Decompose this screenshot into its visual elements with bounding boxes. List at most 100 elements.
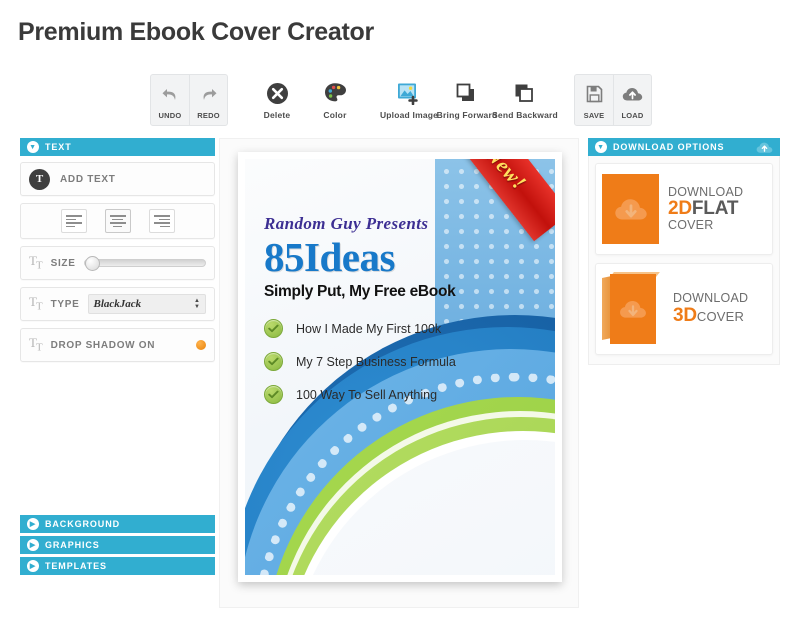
download-panel-body: DOWNLOAD 2DFLAT COVER DOWNLOAD 3DCOVER — [588, 156, 780, 365]
bring-forward-button[interactable]: Bring Forward — [436, 74, 498, 125]
font-type-icon: TT — [29, 294, 43, 313]
main-toolbar: UNDO REDO Delete Color Upload Image Brin… — [150, 74, 652, 126]
check-circle-icon — [264, 352, 283, 372]
sidebar-item-templates[interactable]: ▶ TEMPLATES — [20, 557, 215, 575]
upload-image-button[interactable]: Upload Image — [380, 74, 438, 125]
chevron-down-circle-icon: ▼ — [595, 141, 607, 153]
flat-cover-cloud-download-icon — [602, 174, 659, 244]
align-center-icon[interactable] — [104, 209, 131, 233]
download-3d-accent: 3D — [673, 304, 697, 326]
load-label: LOAD — [621, 111, 644, 120]
page-title: Premium Ebook Cover Creator — [18, 18, 374, 46]
cloud-upload-icon — [756, 141, 773, 154]
add-text-button[interactable]: T ADD TEXT — [20, 162, 215, 196]
redo-arrow-icon — [199, 81, 218, 107]
text-align-group — [20, 203, 215, 239]
download-3d-text: DOWNLOAD 3DCOVER — [673, 291, 749, 326]
font-size-control[interactable]: TT SIZE — [20, 246, 215, 280]
check-circle-icon — [264, 319, 283, 339]
download-2d-accent: 2D — [668, 197, 692, 219]
ebook-cover-preview[interactable]: New! Random Guy Presents 85Ideas Simply … — [238, 152, 562, 582]
cover-text-block: Random Guy Presents 85Ideas Simply Put, … — [264, 214, 514, 418]
cloud-upload-icon — [622, 81, 643, 107]
download-panel-header[interactable]: ▼ DOWNLOAD OPTIONS — [588, 138, 780, 156]
chevron-right-circle-icon: ▶ — [27, 539, 39, 551]
download-3d-cover-button[interactable]: DOWNLOAD 3DCOVER — [595, 263, 773, 355]
chevron-right-circle-icon: ▶ — [27, 560, 39, 572]
bring-forward-label: Bring Forward — [436, 110, 498, 120]
font-type-value: BlackJack — [93, 298, 142, 310]
send-backward-button[interactable]: Send Backward — [492, 74, 558, 125]
download-3d-line2: 3DCOVER — [673, 304, 748, 326]
list-item[interactable]: How I Made My First 100k — [264, 319, 514, 339]
upload-image-icon — [397, 80, 421, 106]
save-load-group: SAVE LOAD — [574, 74, 652, 126]
type-label: TYPE — [50, 298, 80, 310]
drop-shadow-label: DROP SHADOW ON — [50, 339, 156, 351]
floppy-disk-icon — [586, 81, 603, 107]
canvas-stage[interactable]: New! Random Guy Presents 85Ideas Simply … — [219, 138, 579, 608]
bullet-text: My 7 Step Business Formula — [296, 354, 456, 369]
cover-title-text[interactable]: 85Ideas — [264, 235, 514, 279]
check-circle-icon — [264, 385, 283, 405]
font-type-control[interactable]: TT TYPE BlackJack ▲ ▼ — [20, 287, 215, 321]
download-2d-line2: 2DFLAT — [668, 197, 743, 219]
undo-arrow-icon — [161, 81, 180, 107]
download-2d-line3: COVER — [668, 218, 714, 233]
templates-label: TEMPLATES — [45, 561, 107, 571]
cover-presents-text[interactable]: Random Guy Presents — [264, 214, 514, 234]
bring-forward-icon — [455, 80, 479, 106]
delete-circle-x-icon — [266, 80, 289, 106]
align-left-icon[interactable] — [60, 209, 87, 233]
sidebar-item-background[interactable]: ▶ BACKGROUND — [20, 515, 215, 533]
redo-label: REDO — [197, 111, 220, 120]
chevron-right-circle-icon: ▶ — [27, 518, 39, 530]
download-2d-line1: DOWNLOAD — [668, 184, 744, 199]
undo-label: UNDO — [158, 111, 182, 120]
save-label: SAVE — [583, 111, 605, 120]
download-2d-text: DOWNLOAD 2DFLAT COVER — [668, 184, 744, 233]
size-slider-handle[interactable] — [84, 256, 100, 271]
sidebar-accordion: ▶ BACKGROUND ▶ GRAPHICS ▶ TEMPLATES — [20, 515, 215, 578]
text-panel-header[interactable]: ▼ TEXT — [20, 138, 215, 156]
text-panel-title: TEXT — [45, 142, 72, 152]
download-options-panel: ▼ DOWNLOAD OPTIONS DOWNLOAD 2DFLAT COVER… — [588, 138, 780, 365]
add-text-label: ADD TEXT — [60, 173, 116, 185]
cover-subtitle-text[interactable]: Simply Put, My Free eBook — [264, 283, 514, 301]
redo-button[interactable]: REDO — [189, 75, 227, 125]
bullet-text: 100 Way To Sell Anything — [296, 387, 438, 402]
download-panel-title: DOWNLOAD OPTIONS — [613, 142, 725, 152]
text-panel-body: T ADD TEXT TT SIZE TT TYPE BlackJack ▲ ▼… — [20, 156, 215, 362]
book-front-face — [610, 274, 656, 344]
delete-button[interactable]: Delete — [248, 74, 306, 125]
spinner-updown-icon[interactable]: ▲ ▼ — [194, 298, 200, 310]
size-slider[interactable] — [83, 256, 206, 271]
delete-label: Delete — [263, 110, 291, 120]
send-backward-icon — [513, 80, 537, 106]
bullet-text: How I Made My First 100k — [296, 321, 442, 336]
download-3d-line1: DOWNLOAD — [673, 291, 749, 306]
send-backward-label: Send Backward — [492, 110, 558, 120]
list-item[interactable]: 100 Way To Sell Anything — [264, 385, 514, 405]
align-right-icon[interactable] — [148, 209, 175, 233]
save-button[interactable]: SAVE — [575, 75, 613, 125]
undo-redo-group: UNDO REDO — [150, 74, 228, 126]
download-3d-rest: COVER — [696, 308, 745, 324]
background-label: BACKGROUND — [45, 519, 120, 529]
3d-book-cloud-download-icon — [602, 272, 664, 344]
color-button[interactable]: Color — [306, 74, 364, 125]
font-type-select[interactable]: BlackJack ▲ ▼ — [87, 294, 206, 314]
left-sidebar: ▼ TEXT T ADD TEXT TT SIZE TT TYPE BlackJ… — [20, 138, 215, 369]
palette-icon — [324, 80, 347, 106]
undo-button[interactable]: UNDO — [151, 75, 189, 125]
download-2d-flat-cover-button[interactable]: DOWNLOAD 2DFLAT COVER — [595, 163, 773, 255]
upload-image-label: Upload Image — [379, 110, 439, 120]
font-shadow-icon: TT — [29, 335, 43, 354]
sidebar-item-graphics[interactable]: ▶ GRAPHICS — [20, 536, 215, 554]
drop-shadow-control[interactable]: TT DROP SHADOW ON — [20, 328, 215, 362]
load-button[interactable]: LOAD — [613, 75, 651, 125]
cover-bullet-list: How I Made My First 100k My 7 Step Busin… — [264, 319, 514, 405]
drop-shadow-toggle[interactable] — [196, 340, 206, 350]
list-item[interactable]: My 7 Step Business Formula — [264, 352, 514, 372]
text-tool-icon: T — [29, 168, 50, 190]
